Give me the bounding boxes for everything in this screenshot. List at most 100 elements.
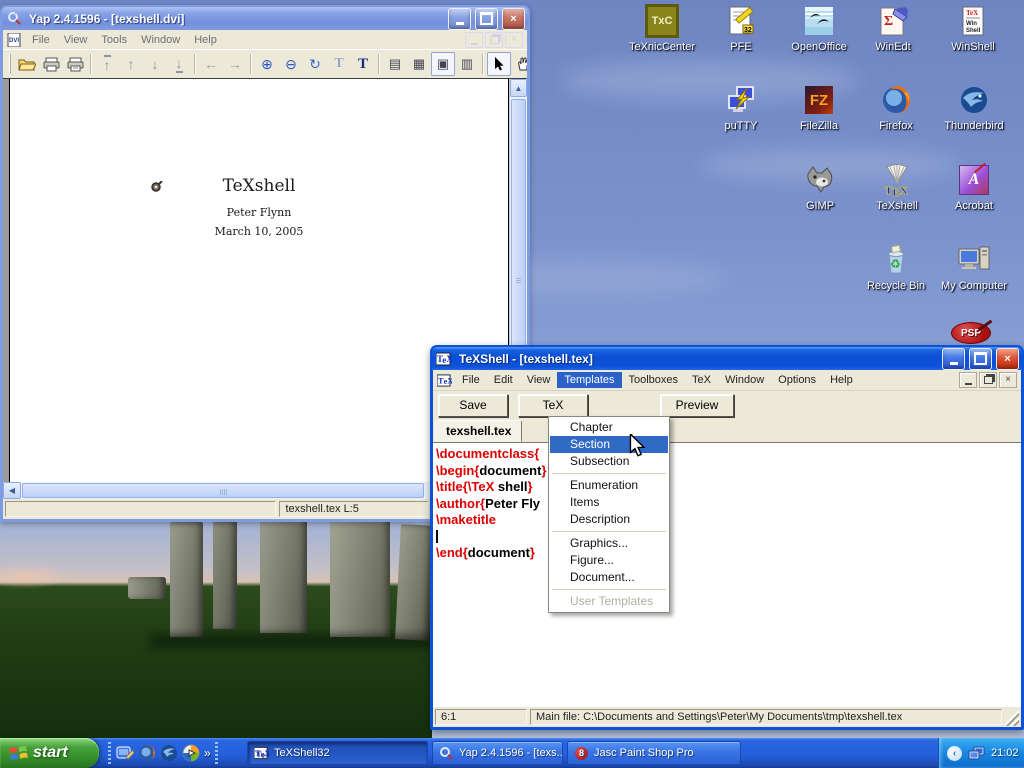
menu-item-description[interactable]: Description bbox=[550, 511, 668, 528]
desktop-icon-thunderbird[interactable]: Thunderbird bbox=[936, 83, 1012, 132]
back-icon[interactable]: ← bbox=[199, 52, 223, 76]
yap-menu-window[interactable]: Window bbox=[134, 32, 187, 48]
yap-titlebar[interactable]: ʻ Yap 2.4.1596 - [texshell.dvi] × bbox=[2, 7, 528, 30]
desktop-icon-gimp[interactable]: GIMP bbox=[782, 163, 858, 212]
menu-item-enumeration[interactable]: Enumeration bbox=[550, 477, 668, 494]
texshell-menu-templates[interactable]: Templates bbox=[557, 372, 621, 388]
menu-item-graphics[interactable]: Graphics... bbox=[550, 535, 668, 552]
yap-menu-file[interactable]: File bbox=[25, 32, 57, 48]
desktop-icon-winedt[interactable]: ΣWinEdt bbox=[855, 4, 931, 53]
thunderbird-small-icon[interactable] bbox=[159, 744, 178, 763]
mdi-minimize-icon[interactable] bbox=[465, 32, 483, 48]
mdi-close-icon[interactable]: × bbox=[505, 32, 523, 48]
tray-chevron-icon[interactable]: ‹ bbox=[947, 746, 962, 761]
preview-button[interactable]: Preview bbox=[660, 394, 734, 417]
texshell-menu-toolboxes[interactable]: Toolboxes bbox=[622, 372, 686, 388]
taskbar-button-texshell32[interactable]: TeXTeXShell32 bbox=[247, 741, 428, 765]
desktop-icon-acrobat[interactable]: AAcrobat bbox=[936, 163, 1012, 212]
mdi-restore-icon[interactable] bbox=[485, 32, 503, 48]
prev-page-icon[interactable]: ↑ bbox=[119, 52, 143, 76]
taskbar-button-yap-2-4-1596-texs[interactable]: Yap 2.4.1596 - [texs... bbox=[432, 741, 563, 765]
text-icon[interactable]: T bbox=[351, 52, 375, 76]
desktop-icon-pfe[interactable]: 32PFE bbox=[703, 4, 779, 53]
media-player-icon[interactable] bbox=[181, 744, 200, 763]
scroll-left-icon[interactable]: ◀ bbox=[3, 482, 21, 499]
pan-hand-icon[interactable] bbox=[511, 52, 527, 76]
quicklaunch-handle[interactable] bbox=[215, 742, 218, 764]
yap-maximize-button[interactable] bbox=[475, 8, 498, 30]
texshell-menu-tex[interactable]: TeX bbox=[685, 372, 718, 388]
texshell-minimize-button[interactable] bbox=[942, 348, 965, 370]
taskbar-button-jasc-paint-shop-pro[interactable]: 8Jasc Paint Shop Pro bbox=[567, 741, 741, 765]
scrollbar-thumb[interactable] bbox=[22, 483, 424, 498]
desktop-icon-recycle-bin[interactable]: ♻Recycle Bin bbox=[858, 243, 934, 292]
single-page-icon[interactable]: ▤ bbox=[383, 52, 407, 76]
print-pages-icon[interactable] bbox=[63, 52, 87, 76]
zoom-in-icon[interactable]: ⊕ bbox=[255, 52, 279, 76]
resize-grip[interactable] bbox=[1005, 708, 1019, 726]
texshell-menu-view[interactable]: View bbox=[520, 372, 558, 388]
mdi-minimize-icon[interactable] bbox=[959, 372, 977, 388]
texshell-menu-file[interactable]: File bbox=[455, 372, 487, 388]
desktop-icon-putty[interactable]: puTTY bbox=[703, 83, 779, 132]
yap-minimize-button[interactable] bbox=[448, 8, 471, 30]
print-icon[interactable] bbox=[39, 52, 63, 76]
menu-item-document[interactable]: Document... bbox=[550, 569, 668, 586]
texshell-mdi-doc-icon[interactable]: TeX bbox=[436, 373, 452, 388]
save-button[interactable]: Save bbox=[438, 394, 508, 417]
facing-pages-icon[interactable]: ▦ bbox=[407, 52, 431, 76]
start-button[interactable]: start bbox=[0, 738, 99, 768]
last-page-icon[interactable]: ↓ bbox=[167, 52, 191, 76]
desktop-icon-texniccenter[interactable]: TxCTeXnicCenter bbox=[624, 4, 700, 53]
texshell-menu-options[interactable]: Options bbox=[771, 372, 823, 388]
menu-item-chapter[interactable]: Chapter bbox=[550, 419, 668, 436]
yap-menu-tools[interactable]: Tools bbox=[94, 32, 134, 48]
pages-split-icon[interactable]: ▥ bbox=[455, 52, 479, 76]
scroll-up-icon[interactable]: ▲ bbox=[510, 79, 527, 97]
desktop-icon-paintshoppro[interactable]: PSP bbox=[951, 322, 993, 346]
desktop-icon-filezilla[interactable]: FZFileZilla bbox=[781, 83, 857, 132]
page-split-icon[interactable]: ▣ bbox=[431, 52, 455, 76]
texshell-menu-edit[interactable]: Edit bbox=[487, 372, 520, 388]
texshell-app-icon[interactable]: TeX bbox=[436, 351, 452, 366]
desktop: { "desktop": { "icons": [ {"label":"TeXn… bbox=[0, 0, 1024, 768]
quicklaunch-overflow-chevron[interactable]: » bbox=[204, 746, 211, 760]
zoom-out-icon[interactable]: ⊖ bbox=[279, 52, 303, 76]
select-arrow-icon[interactable] bbox=[487, 52, 511, 76]
texshell-titlebar[interactable]: TeX TeXShell - [texshell.tex] × bbox=[432, 347, 1022, 370]
forward-icon[interactable]: → bbox=[223, 52, 247, 76]
desktop-icon-my-computer[interactable]: My Computer bbox=[936, 243, 1012, 292]
tex-button[interactable]: TeX bbox=[518, 394, 588, 417]
mdi-restore-icon[interactable] bbox=[979, 372, 997, 388]
yap-menu-view[interactable]: View bbox=[57, 32, 95, 48]
menu-item-section[interactable]: Section bbox=[550, 436, 668, 453]
editor-textarea[interactable]: \documentclass{\begin{document}\title{\T… bbox=[433, 442, 1021, 707]
desktop-icon-openoffice[interactable]: OpenOffice bbox=[781, 4, 857, 53]
yap-app-icon[interactable]: ʻ bbox=[6, 11, 22, 26]
mdi-close-icon[interactable]: × bbox=[999, 372, 1017, 388]
toolbar-grip[interactable] bbox=[9, 54, 11, 74]
tab-texshell-tex[interactable]: texshell.tex bbox=[435, 420, 522, 442]
next-page-icon[interactable]: ↓ bbox=[143, 52, 167, 76]
refresh-icon[interactable]: ↻ bbox=[303, 52, 327, 76]
desktop-icon-texshell[interactable]: TEXTeXshell bbox=[859, 163, 935, 212]
network-icon[interactable] bbox=[967, 744, 986, 763]
desktop-icon-firefox[interactable]: Firefox bbox=[858, 83, 934, 132]
firefox-small-icon[interactable] bbox=[137, 744, 156, 763]
show-desktop-icon[interactable] bbox=[115, 744, 134, 763]
yap-menu-help[interactable]: Help bbox=[187, 32, 224, 48]
first-page-icon[interactable]: ↑ bbox=[95, 52, 119, 76]
menu-item-items[interactable]: Items bbox=[550, 494, 668, 511]
texshell-menu-window[interactable]: Window bbox=[718, 372, 771, 388]
dvi-document-icon[interactable]: DVI bbox=[6, 32, 22, 47]
menu-item-figure[interactable]: Figure... bbox=[550, 552, 668, 569]
texshell-menu-help[interactable]: Help bbox=[823, 372, 860, 388]
menu-item-subsection[interactable]: Subsection bbox=[550, 453, 668, 470]
desktop-icon-winshell[interactable]: TeXWinShellWinShell bbox=[935, 4, 1011, 53]
texshell-maximize-button[interactable] bbox=[969, 348, 992, 370]
quicklaunch-handle[interactable] bbox=[108, 742, 111, 764]
texshell-close-button[interactable]: × bbox=[996, 348, 1019, 370]
text-outline-icon[interactable]: T bbox=[327, 52, 351, 76]
yap-close-button[interactable]: × bbox=[502, 8, 525, 30]
open-folder-icon[interactable] bbox=[15, 52, 39, 76]
